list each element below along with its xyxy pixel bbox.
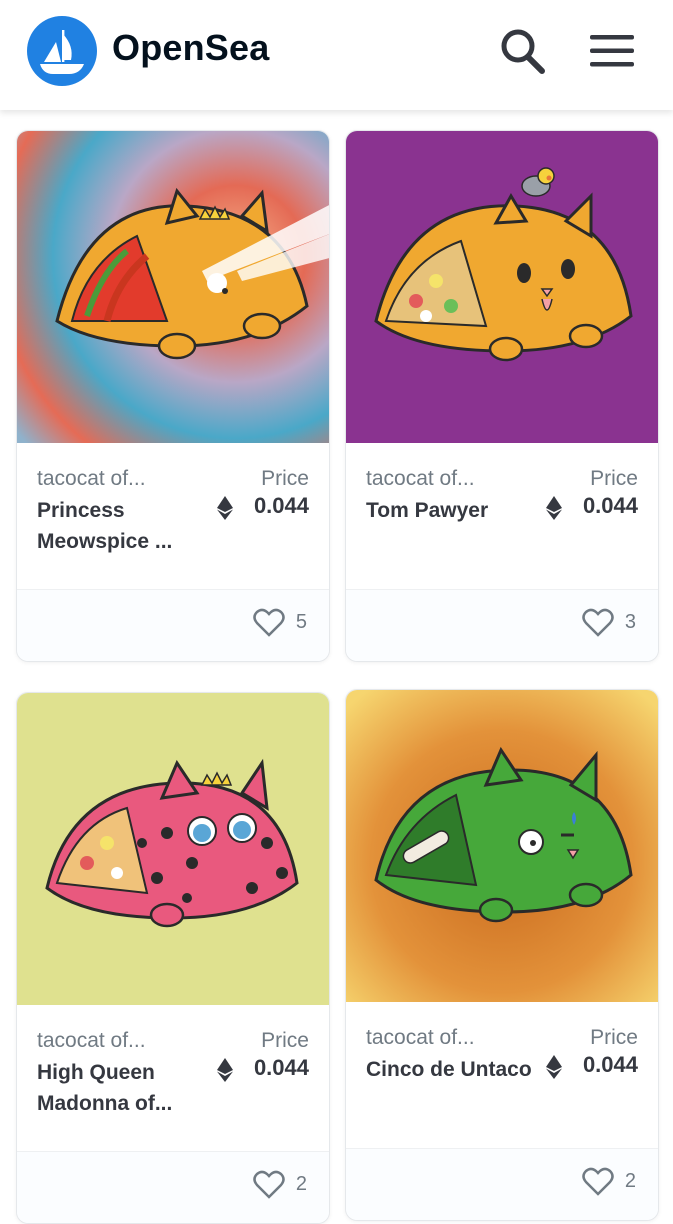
nft-name[interactable]: Cinco de Untaco xyxy=(366,1054,536,1085)
heart-icon[interactable] xyxy=(582,608,614,638)
price-value: 0.044 xyxy=(582,1052,638,1077)
nft-name[interactable]: Tom Pawyer xyxy=(366,495,536,526)
nft-image[interactable] xyxy=(17,131,329,443)
price-value: 0.044 xyxy=(582,493,638,518)
ethereum-icon xyxy=(217,1058,233,1082)
price-label: Price xyxy=(261,1029,309,1052)
card-footer: 2 xyxy=(17,1151,329,1223)
collection-name[interactable]: tacocat of... xyxy=(37,1029,146,1053)
nft-image[interactable] xyxy=(346,131,658,443)
heart-icon[interactable] xyxy=(582,1167,614,1197)
hamburger-menu-icon xyxy=(590,35,634,67)
nft-card-details: tacocat of... Tom Pawyer Price 0.044 xyxy=(346,443,658,589)
collection-name[interactable]: tacocat of... xyxy=(366,1026,475,1050)
nft-card[interactable]: tacocat of... High Queen Madonna of... P… xyxy=(16,692,330,1224)
nft-card[interactable]: tacocat of... Tom Pawyer Price 0.044 3 xyxy=(345,130,659,662)
nft-card[interactable]: tacocat of... Princess Meowspice ... Pri… xyxy=(16,130,330,662)
price-label: Price xyxy=(590,1026,638,1049)
search-button[interactable] xyxy=(498,27,546,75)
ethereum-icon xyxy=(217,496,233,520)
card-footer: 5 xyxy=(17,589,329,661)
nft-card-details: tacocat of... High Queen Madonna of... P… xyxy=(17,1005,329,1151)
price-label: Price xyxy=(261,467,309,490)
menu-button[interactable] xyxy=(588,32,636,70)
brand-name[interactable]: OpenSea xyxy=(112,27,269,69)
price-value: 0.044 xyxy=(253,1055,309,1080)
heart-icon[interactable] xyxy=(253,608,285,638)
nft-name[interactable]: Princess Meowspice ... xyxy=(37,495,207,557)
price-label: Price xyxy=(590,467,638,490)
nft-card[interactable]: tacocat of... Cinco de Untaco Price 0.04… xyxy=(345,689,659,1221)
card-footer: 2 xyxy=(346,1148,658,1220)
like-count: 2 xyxy=(295,1173,307,1195)
like-count: 5 xyxy=(295,611,307,633)
top-navigation-bar: OpenSea xyxy=(0,0,673,110)
collection-name[interactable]: tacocat of... xyxy=(37,467,146,491)
heart-icon[interactable] xyxy=(253,1170,285,1200)
nft-name[interactable]: High Queen Madonna of... xyxy=(37,1057,207,1119)
like-count: 3 xyxy=(624,611,636,633)
nft-card-details: tacocat of... Cinco de Untaco Price 0.04… xyxy=(346,1002,658,1148)
price-value: 0.044 xyxy=(253,493,309,518)
card-footer: 3 xyxy=(346,589,658,661)
ethereum-icon xyxy=(546,1055,562,1079)
nft-card-details: tacocat of... Princess Meowspice ... Pri… xyxy=(17,443,329,589)
search-icon xyxy=(501,29,545,74)
nft-image[interactable] xyxy=(346,690,658,1002)
opensea-logo-icon[interactable] xyxy=(27,16,97,86)
ethereum-icon xyxy=(546,496,562,520)
like-count: 2 xyxy=(624,1170,636,1192)
collection-name[interactable]: tacocat of... xyxy=(366,467,475,491)
nft-image[interactable] xyxy=(17,693,329,1005)
